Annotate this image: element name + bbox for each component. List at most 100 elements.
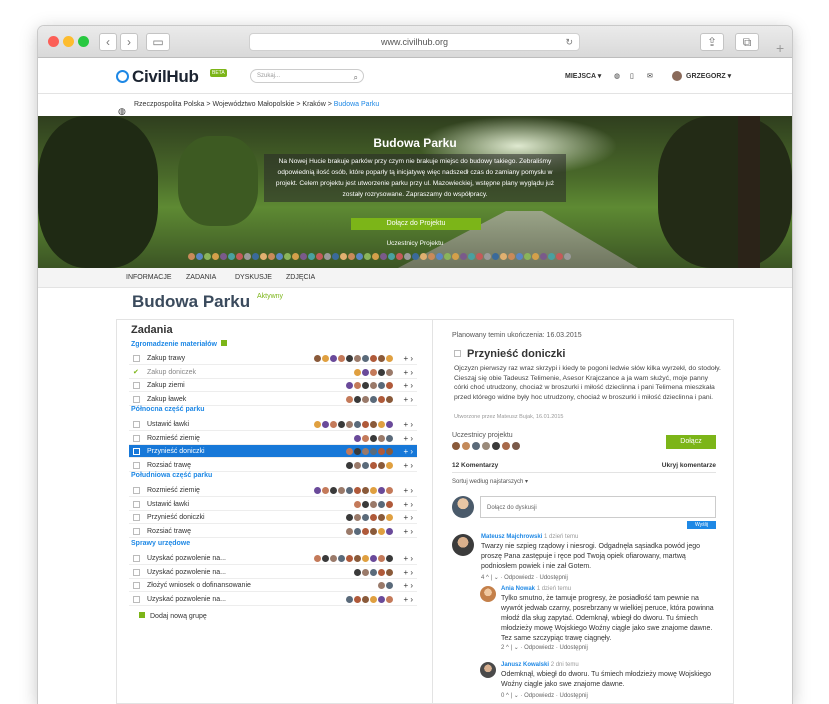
reply-link[interactable]: Odpowiedz (524, 693, 554, 699)
upvote-icon[interactable]: ^ (486, 575, 489, 581)
avatar[interactable] (346, 487, 353, 494)
avatar[interactable] (354, 421, 361, 428)
reload-icon[interactable]: ↻ (565, 34, 573, 51)
participant-avatar[interactable] (188, 253, 195, 260)
participant-avatar[interactable] (268, 253, 275, 260)
task-actions[interactable]: + › (403, 366, 413, 379)
task-checkbox[interactable] (133, 500, 140, 508)
avatar[interactable] (386, 487, 393, 494)
avatar[interactable] (330, 555, 337, 562)
avatar[interactable] (362, 514, 369, 521)
avatar[interactable] (386, 395, 393, 403)
avatar[interactable] (330, 487, 337, 494)
avatar[interactable] (338, 355, 345, 362)
avatar[interactable] (338, 421, 345, 428)
avatar[interactable] (354, 382, 361, 389)
participant-avatar[interactable] (540, 253, 547, 260)
task-actions[interactable]: + › (403, 432, 413, 445)
avatar[interactable] (386, 382, 393, 389)
avatar[interactable] (672, 71, 682, 81)
avatar[interactable] (386, 527, 393, 535)
avatar[interactable] (480, 586, 496, 602)
close-window-button[interactable] (48, 36, 59, 47)
task-row[interactable]: Zakup ziemi + › (129, 379, 417, 392)
avatar[interactable] (362, 368, 369, 376)
avatar[interactable] (386, 421, 393, 428)
add-group-button[interactable]: Dodaj nową grupę (139, 612, 207, 620)
avatar[interactable] (362, 595, 369, 603)
downvote-icon[interactable]: ⌄ (514, 693, 519, 699)
participant-avatar[interactable] (220, 253, 227, 260)
comment-author[interactable]: Janusz Kowalski (501, 662, 549, 668)
avatar[interactable] (502, 442, 510, 450)
join-project-button[interactable]: Dołącz do Projektu (351, 218, 481, 230)
participant-avatar[interactable] (564, 253, 571, 260)
participant-avatar[interactable] (204, 253, 211, 260)
avatar[interactable] (314, 355, 321, 362)
participant-avatar[interactable] (236, 253, 243, 260)
avatar[interactable] (314, 555, 321, 562)
send-button[interactable]: Wyślij (687, 521, 716, 529)
task-actions[interactable]: + › (403, 498, 413, 511)
task-actions[interactable]: + › (403, 459, 413, 472)
avatar[interactable] (370, 514, 377, 521)
avatar[interactable] (370, 434, 377, 442)
task-checkbox[interactable] (133, 395, 140, 403)
avatar[interactable] (378, 382, 385, 389)
task-actions[interactable]: + › (403, 566, 413, 579)
task-row[interactable]: Rozmieść ziemię + › (129, 432, 417, 445)
participant-avatar[interactable] (228, 253, 235, 260)
avatar[interactable] (370, 500, 377, 508)
task-row[interactable]: Przynieść doniczki + › (129, 511, 417, 524)
avatar[interactable] (314, 487, 321, 494)
avatar[interactable] (346, 382, 353, 389)
avatar[interactable] (512, 442, 520, 450)
task-checkbox[interactable] (133, 421, 140, 428)
avatar[interactable] (354, 395, 361, 403)
task-checkbox[interactable] (133, 555, 140, 562)
avatar[interactable] (346, 355, 353, 362)
share-link[interactable]: Udostępnij (540, 575, 568, 581)
task-row[interactable]: Ustawić ławki + › (129, 418, 417, 431)
avatar[interactable] (378, 514, 385, 521)
avatar[interactable] (378, 487, 385, 494)
participant-avatar[interactable] (396, 253, 403, 260)
avatar[interactable] (378, 448, 385, 455)
participant-avatar[interactable] (492, 253, 499, 260)
avatar[interactable] (346, 514, 353, 521)
participant-avatar[interactable] (516, 253, 523, 260)
task-group-title[interactable]: Południowa część parku (131, 472, 212, 479)
participant-avatar[interactable] (284, 253, 291, 260)
task-checkbox[interactable] (133, 461, 140, 469)
avatar[interactable] (378, 555, 385, 562)
avatar[interactable] (354, 568, 361, 576)
task-actions[interactable]: + › (403, 511, 413, 524)
task-checkbox[interactable] (133, 568, 140, 576)
avatar[interactable] (362, 527, 369, 535)
task-checkbox[interactable] (133, 582, 140, 589)
task-actions[interactable]: + › (403, 418, 413, 431)
task-actions[interactable]: + › (403, 593, 413, 606)
minimize-window-button[interactable] (63, 36, 74, 47)
avatar[interactable] (338, 555, 345, 562)
participant-avatar[interactable] (308, 253, 315, 260)
task-checkbox[interactable] (133, 527, 140, 535)
logo[interactable]: CivilHub (116, 67, 199, 87)
avatar[interactable] (378, 595, 385, 603)
avatar[interactable] (354, 355, 361, 362)
avatar[interactable] (370, 595, 377, 603)
avatar[interactable] (370, 568, 377, 576)
participant-avatar[interactable] (508, 253, 515, 260)
tab-informacje[interactable]: INFORMACJE (126, 274, 172, 281)
avatar[interactable] (386, 555, 393, 562)
participant-avatar[interactable] (404, 253, 411, 260)
participant-avatar[interactable] (524, 253, 531, 260)
avatar[interactable] (314, 421, 321, 428)
avatar[interactable] (386, 434, 393, 442)
avatar[interactable] (322, 555, 329, 562)
task-group-title[interactable]: Zgromadzenie materiałów (131, 340, 227, 348)
participant-avatar[interactable] (292, 253, 299, 260)
participant-avatar[interactable] (364, 253, 371, 260)
participant-avatar[interactable] (388, 253, 395, 260)
participant-avatar[interactable] (436, 253, 443, 260)
